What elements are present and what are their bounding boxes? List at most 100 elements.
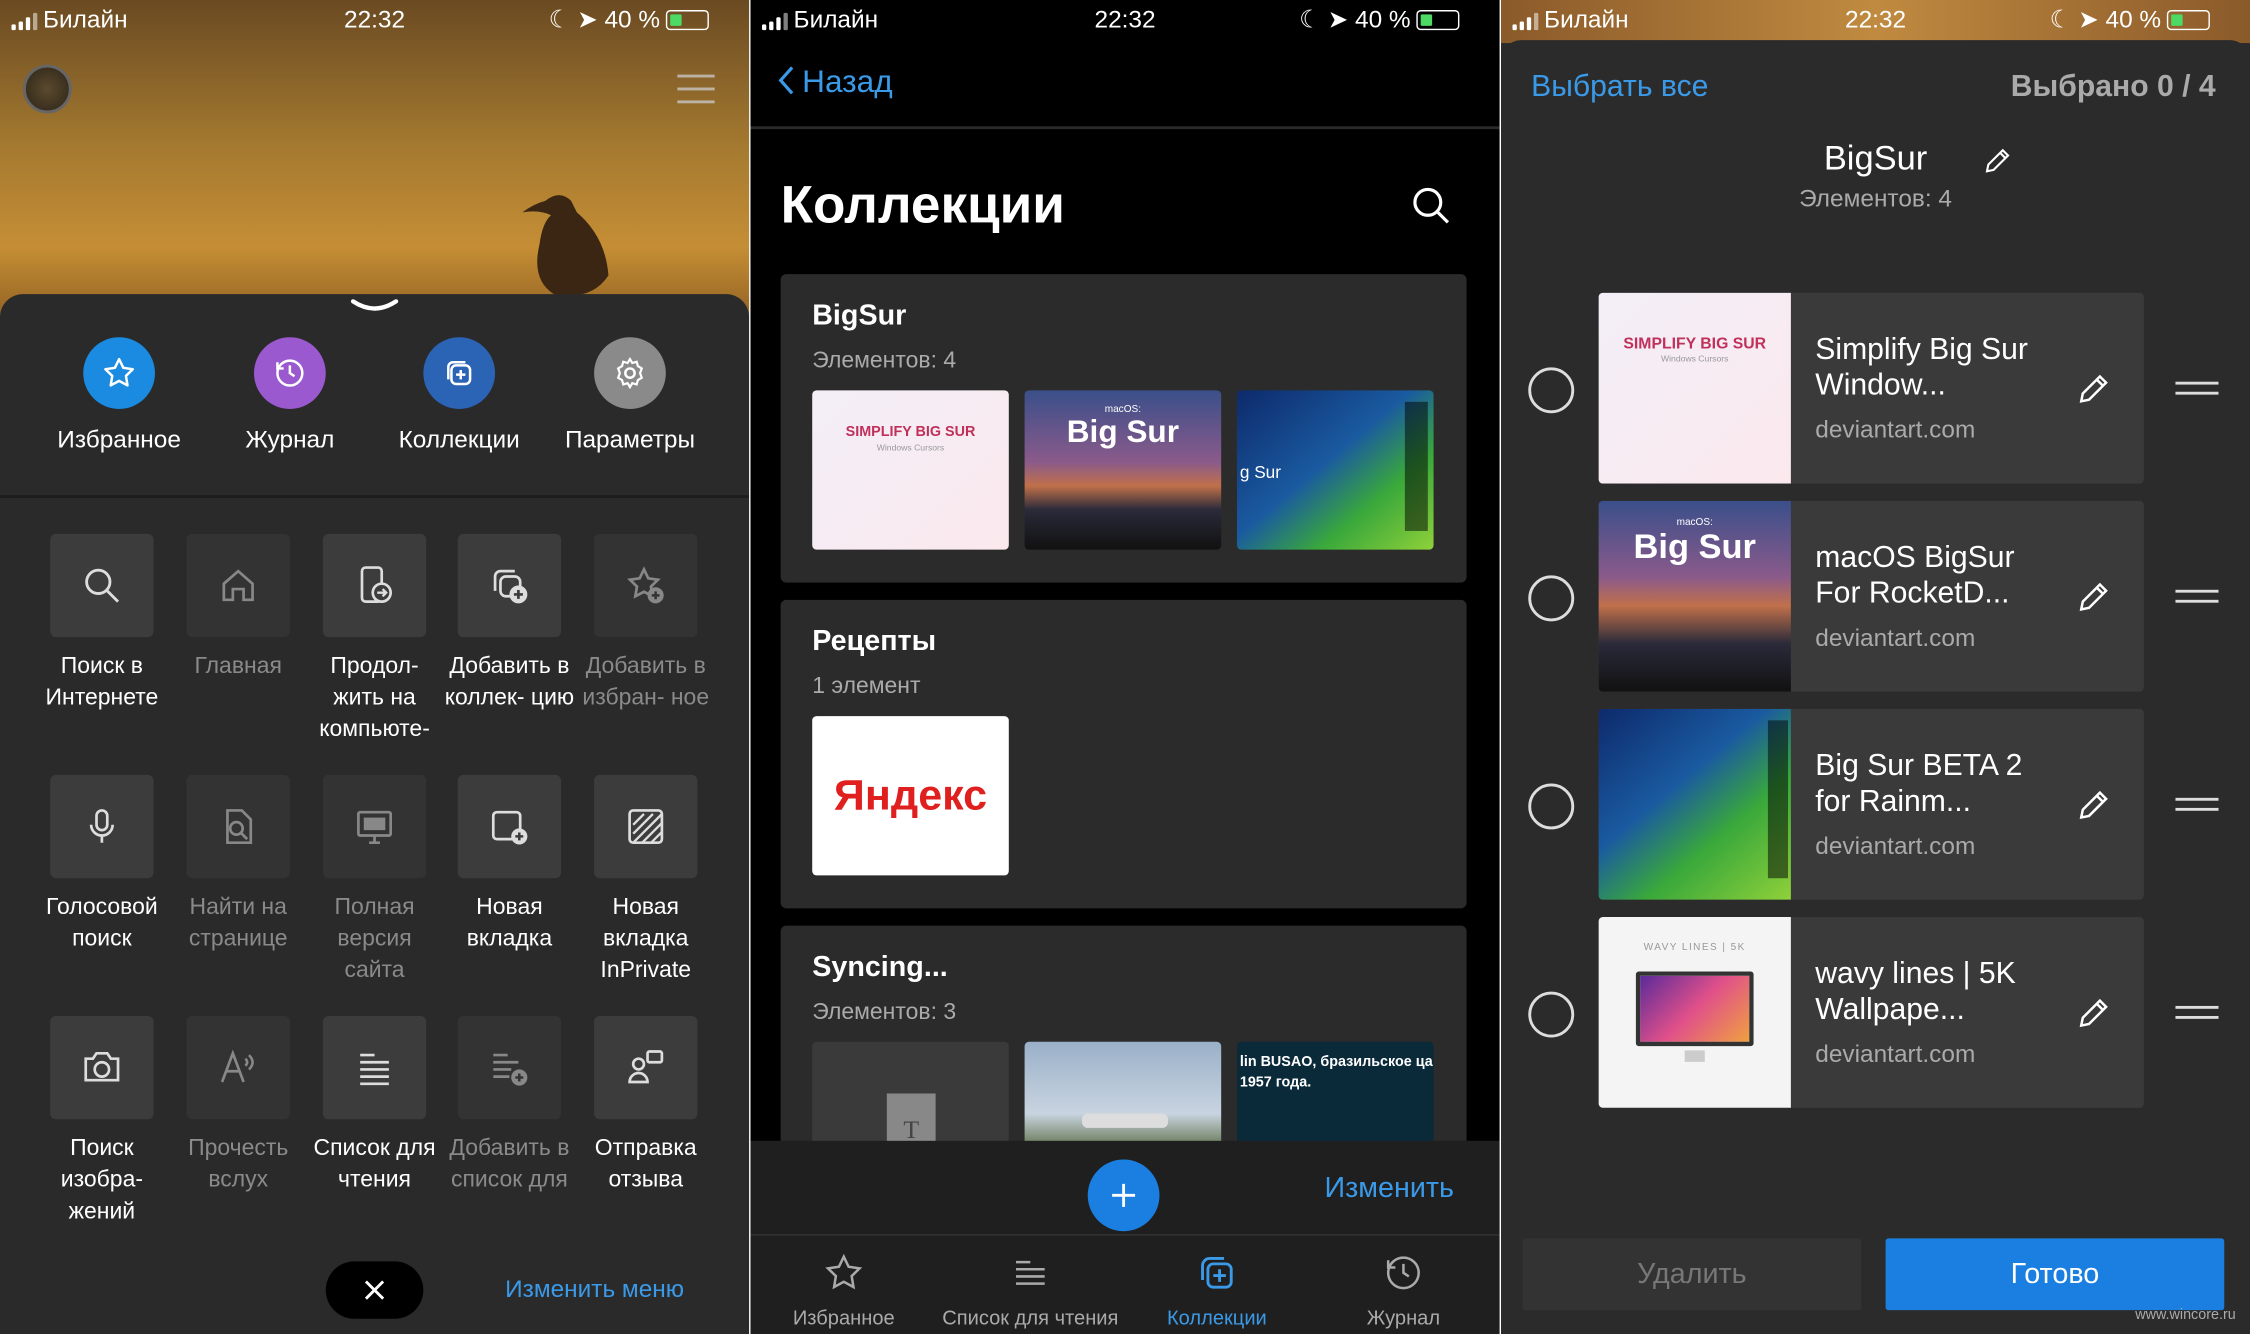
camera-icon bbox=[50, 1015, 154, 1120]
battery-icon bbox=[665, 10, 709, 31]
tile-feedback[interactable]: Отправка отзыва bbox=[577, 1015, 715, 1197]
page-title: Коллекции bbox=[780, 175, 1065, 234]
select-radio[interactable] bbox=[1528, 991, 1575, 1038]
tile-label: Прочесть вслух bbox=[188, 1136, 289, 1193]
edit-menu-link[interactable]: Изменить меню bbox=[505, 1276, 684, 1305]
list-item[interactable]: macOS: Big Sur macOS BigSur For RocketD.… bbox=[1598, 500, 2144, 692]
tile-inprivate[interactable]: Новая вкладка InPrivate bbox=[577, 774, 715, 987]
tile-web-search[interactable]: Поиск в Интернете bbox=[33, 533, 171, 715]
thumb-text: WAVY LINES | 5K bbox=[1643, 942, 1746, 953]
tile-add-favorite[interactable]: Добавить в избран- ное bbox=[577, 533, 715, 715]
tile-add-collection[interactable]: Добавить в коллек- цию bbox=[441, 533, 579, 715]
tab-history[interactable]: Журнал bbox=[1310, 1248, 1497, 1329]
microphone-icon bbox=[50, 774, 154, 879]
drag-handle-icon[interactable] bbox=[2175, 381, 2219, 396]
thumb-text: Big Sur bbox=[1066, 413, 1180, 450]
pencil-icon[interactable] bbox=[2075, 994, 2112, 1031]
thumb-wavy: WAVY LINES | 5K bbox=[1598, 916, 1791, 1108]
thumb-bigsur-beta bbox=[1598, 708, 1791, 900]
item-title: Big Sur BETA 2 for Rainm... bbox=[1815, 749, 2023, 818]
list-item[interactable]: SIMPLIFY BIG SUR Windows Cursors Simplif… bbox=[1598, 292, 2144, 484]
bird-image bbox=[522, 195, 609, 296]
sheet-handle-icon[interactable] bbox=[349, 296, 401, 316]
card-title: Рецепты bbox=[812, 625, 937, 658]
drag-handle-icon[interactable] bbox=[2175, 589, 2219, 604]
tab-favorites[interactable]: Избранное bbox=[751, 1248, 938, 1329]
shortcut-label: Избранное bbox=[57, 426, 181, 454]
list-item[interactable]: WAVY LINES | 5K wavy lines | 5K Wallpape… bbox=[1598, 916, 2144, 1108]
shortcut-label: Параметры bbox=[564, 426, 695, 454]
reading-list-icon bbox=[937, 1248, 1124, 1297]
list-item[interactable]: Big Sur BETA 2 for Rainm... deviantart.c… bbox=[1598, 708, 2144, 900]
select-all-link[interactable]: Выбрать все bbox=[1531, 70, 1708, 104]
pencil-icon[interactable] bbox=[1982, 145, 2014, 177]
tile-label: Полная версия сайта bbox=[334, 895, 415, 983]
pencil-icon[interactable] bbox=[2075, 786, 2112, 823]
back-button[interactable]: Назад bbox=[776, 63, 893, 100]
tile-home[interactable]: Главная bbox=[169, 533, 307, 683]
drag-handle-icon[interactable] bbox=[2175, 797, 2219, 812]
tile-label: Главная bbox=[194, 654, 282, 679]
item-domain: deviantart.com bbox=[1815, 624, 1976, 652]
star-icon bbox=[83, 337, 155, 409]
shortcut-settings[interactable]: Параметры bbox=[544, 330, 716, 455]
status-bar: Билайн 22:32 ☾ ➤ 40 % bbox=[751, 0, 1500, 43]
tile-read-aloud[interactable]: Прочесть вслух bbox=[169, 1015, 307, 1197]
divider bbox=[750, 1234, 1500, 1236]
tile-image-search[interactable]: Поиск изобра- жений bbox=[33, 1015, 171, 1228]
pencil-icon[interactable] bbox=[2075, 370, 2112, 407]
collection-card-bigsur[interactable]: BigSur Элементов: 4 SIMPLIFY BIG SUR Win… bbox=[780, 274, 1467, 583]
tile-voice-search[interactable]: Голосовой поиск bbox=[33, 774, 171, 956]
yandex-logo: Яндекс bbox=[833, 771, 988, 819]
shortcut-collections[interactable]: Коллекции bbox=[373, 330, 545, 455]
drag-handle-icon[interactable] bbox=[2175, 1005, 2219, 1020]
top-shortcuts: Избранное Журнал Коллекции Параметры bbox=[0, 330, 749, 488]
search-icon[interactable] bbox=[1411, 185, 1451, 225]
add-favorite-icon bbox=[594, 533, 698, 638]
tile-desktop-site[interactable]: Полная версия сайта bbox=[306, 774, 444, 987]
edit-link[interactable]: Изменить bbox=[1325, 1172, 1454, 1205]
collection-edit-panel: Билайн 22:32 ☾ ➤ 40 % Выбрать все Выбран… bbox=[1501, 0, 2250, 1334]
status-bar: Билайн 22:32 ☾ ➤ 40 % bbox=[1501, 0, 2250, 44]
tab-collections[interactable]: Коллекции bbox=[1124, 1248, 1311, 1329]
tile-label: Добавить в коллек- цию bbox=[444, 654, 575, 711]
moon-icon: ☾ ➤ bbox=[2049, 5, 2106, 34]
find-on-page-icon bbox=[186, 774, 290, 879]
chevron-left-icon bbox=[778, 66, 794, 95]
battery-percent: 40 % bbox=[604, 5, 661, 34]
shortcut-favorites[interactable]: Избранное bbox=[33, 330, 205, 455]
screenshot-root: Билайн 22:32 ☾ ➤ 40 % Избранное Журнал К… bbox=[0, 0, 2250, 1334]
tile-add-reading-list[interactable]: Добавить в список для bbox=[441, 1015, 579, 1197]
battery: ☾ ➤ 40 % bbox=[2050, 6, 2210, 35]
delete-button[interactable]: Удалить bbox=[1522, 1238, 1862, 1311]
tile-continue-pc[interactable]: Продол- жить на компьюте- bbox=[306, 533, 444, 746]
tab-reading-list[interactable]: Список для чтения bbox=[937, 1248, 1124, 1329]
close-icon bbox=[364, 1280, 385, 1300]
tile-new-tab[interactable]: Новая вкладка bbox=[441, 774, 579, 956]
pencil-icon[interactable] bbox=[2075, 578, 2112, 615]
select-radio[interactable] bbox=[1528, 575, 1575, 622]
done-button[interactable]: Готово bbox=[1885, 1238, 2225, 1311]
item-title: Simplify Big Sur Window... bbox=[1815, 332, 2028, 402]
close-menu-button[interactable] bbox=[325, 1261, 424, 1319]
thumb-yandex: Яндекс bbox=[812, 716, 1009, 876]
thumb-text: Windows Cursors bbox=[876, 444, 945, 454]
add-collection-button[interactable] bbox=[1087, 1159, 1160, 1232]
hamburger-icon[interactable] bbox=[677, 74, 715, 104]
collections-icon bbox=[1124, 1248, 1311, 1297]
status-bar: Билайн 22:32 ☾ ➤ 40 % bbox=[0, 0, 749, 43]
shortcut-history[interactable]: Журнал bbox=[204, 330, 376, 455]
tile-label: Отправка отзыва bbox=[594, 1136, 697, 1193]
thumb-text: SIMPLIFY BIG SUR bbox=[1623, 335, 1767, 354]
select-radio[interactable] bbox=[1528, 783, 1575, 830]
select-radio[interactable] bbox=[1528, 367, 1575, 414]
add-collection-icon bbox=[457, 533, 562, 638]
moon-icon: ☾ ➤ bbox=[548, 5, 605, 34]
tile-reading-list[interactable]: Список для чтения bbox=[306, 1015, 444, 1197]
tile-find-on-page[interactable]: Найти на странице bbox=[169, 774, 307, 956]
tab-label: Избранное bbox=[792, 1305, 895, 1329]
avatar[interactable] bbox=[22, 64, 72, 114]
background-photo bbox=[0, 0, 750, 331]
search-icon bbox=[50, 533, 154, 638]
collection-card-recipes[interactable]: Рецепты 1 элемент Яндекс bbox=[780, 599, 1467, 909]
